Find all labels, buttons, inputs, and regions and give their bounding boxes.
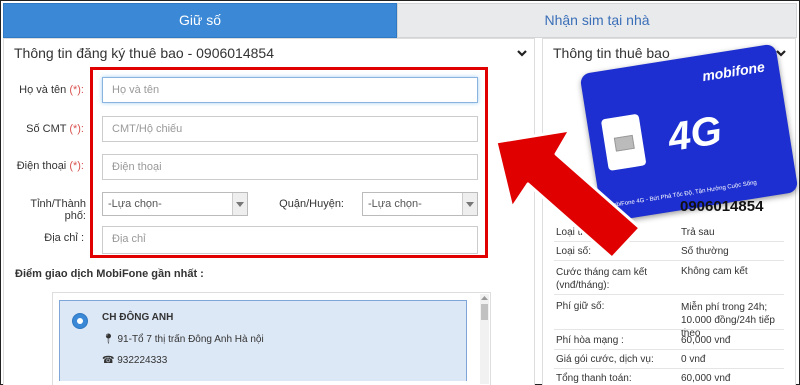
info-label: Phí giữ số: [556, 301, 605, 312]
scrollbar-thumb[interactable] [481, 304, 488, 320]
info-label: Phí hòa mạng : [556, 335, 624, 346]
info-label: Tổng thanh toán: [556, 373, 632, 384]
store-radio[interactable] [72, 313, 88, 329]
divider [554, 329, 784, 330]
divider [554, 349, 784, 350]
divider [554, 368, 784, 369]
phone-icon: ☎ [102, 355, 115, 366]
divider [554, 294, 784, 295]
tab-nhan-sim-tai-nha[interactable]: Nhận sim tại nhà [397, 3, 797, 38]
info-label: Giá gói cước, dịch vụ: [556, 354, 654, 365]
store-address-row: 📍︎ 91-Tổ 7 thị trấn Đông Anh Hà nội [102, 334, 264, 345]
sim-4g-label: 4G [665, 108, 725, 160]
store-item[interactable]: CH ĐÔNG ANH 📍︎ 91-Tổ 7 thị trấn Đông Anh… [59, 300, 467, 381]
store-phone: 932224333 [117, 355, 168, 366]
info-label: Cước tháng cam kết (vnđ/tháng): [556, 267, 648, 291]
scroll-up-icon[interactable] [480, 294, 489, 302]
nearest-store-title: Điểm giao dịch MobiFone gần nhất : [15, 268, 204, 280]
info-value: Số thường [681, 246, 729, 257]
mobifone-logo: mobifone [701, 58, 766, 85]
info-value: Trả sau [681, 227, 715, 238]
store-list-scrollbar[interactable] [480, 294, 489, 384]
chevron-down-icon[interactable] [516, 47, 528, 59]
map-pin-icon: 📍︎ [102, 334, 115, 345]
red-arrow-icon [494, 128, 642, 260]
info-value: 0 vnđ [681, 354, 706, 365]
store-phone-row: ☎ 932224333 [102, 355, 167, 366]
info-value: Không cam kết [681, 266, 748, 277]
store-address: 91-Tổ 7 thị trấn Đông Anh Hà nội [117, 334, 264, 345]
store-name: CH ĐÔNG ANH [102, 312, 174, 323]
registration-title: Thông tin đăng ký thuê bao - 0906014854 [14, 45, 274, 61]
phone-label: Điện thoại (*): [16, 160, 84, 172]
info-value: 60,000 vnđ [681, 373, 731, 384]
id-label: Số CMT (*): [26, 123, 84, 135]
tab-giu-so[interactable]: Giữ số [3, 3, 397, 38]
store-list: CH ĐÔNG ANH 📍︎ 91-Tổ 7 thị trấn Đông Anh… [52, 292, 491, 385]
name-label: Họ và tên (*): [19, 84, 84, 96]
highlight-box [90, 67, 488, 258]
province-label: Tỉnh/Thành phố: [30, 198, 86, 222]
info-value: 60,000 vnđ [681, 335, 731, 346]
subscriber-number: 0906014854 [680, 198, 764, 215]
subscriber-info-title: Thông tin thuê bao [553, 45, 670, 61]
address-label: Địa chỉ : [44, 232, 84, 244]
